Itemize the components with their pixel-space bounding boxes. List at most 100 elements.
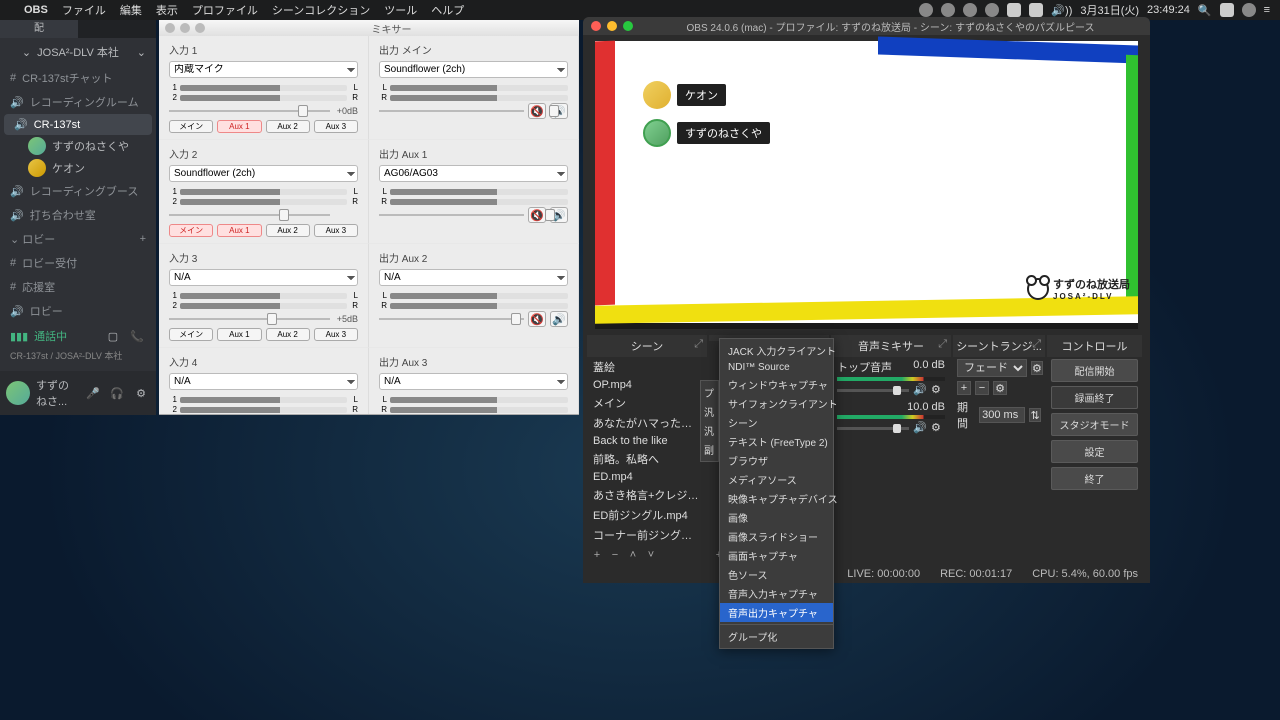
menu-item[interactable]: 画像 xyxy=(720,508,833,527)
plus-icon[interactable]: + xyxy=(957,381,971,395)
menu-profile[interactable]: プロファイル xyxy=(192,2,258,18)
status-icon[interactable] xyxy=(963,3,977,17)
menu-view[interactable]: 表示 xyxy=(156,2,178,18)
siri-icon[interactable] xyxy=(1242,3,1256,17)
device-select[interactable]: N/A xyxy=(169,269,358,286)
gear-icon[interactable]: ⚙ xyxy=(931,421,945,435)
route-button[interactable]: Aux 3 xyxy=(314,224,358,237)
scene-item[interactable]: OP.mp4 xyxy=(587,377,707,393)
route-button[interactable]: Aux 3 xyxy=(314,328,358,341)
volume-icon[interactable]: 🔊)) xyxy=(1051,4,1072,17)
discord-server-header[interactable]: ⌄ JOSA²-DLV 本社 ⌄ xyxy=(0,38,156,66)
exit-button[interactable]: 終了 xyxy=(1051,467,1138,490)
noise-suppress-icon[interactable]: ▢ xyxy=(104,327,122,345)
speaker-icon[interactable]: 🔊 xyxy=(913,421,927,435)
device-select[interactable]: N/A xyxy=(169,373,358,390)
scene-item[interactable]: コーナー前ジングル.mp4 xyxy=(587,525,707,545)
minus-icon[interactable]: − xyxy=(975,381,989,395)
scene-item[interactable]: あなたがハマったのはどこ xyxy=(587,413,707,433)
mixer-titlebar[interactable]: ミキサー xyxy=(159,20,579,36)
menu-item[interactable]: ウィンドウキャプチャ xyxy=(720,375,833,394)
scene-item[interactable]: Back to the like xyxy=(587,433,707,449)
plus-icon[interactable]: + xyxy=(589,547,605,563)
menu-item[interactable]: 色ソース xyxy=(720,565,833,584)
speaker-icon[interactable]: 🔊 xyxy=(550,311,568,327)
route-button[interactable]: Aux 1 xyxy=(217,120,261,133)
menu-item[interactable]: NDI™ Source xyxy=(720,360,833,375)
scene-item[interactable]: メイン xyxy=(587,393,707,413)
control-center-icon[interactable] xyxy=(1220,3,1234,17)
chevron-down-icon[interactable]: ˅ xyxy=(643,547,659,563)
menu-scene-collection[interactable]: シーンコレクション xyxy=(272,2,370,18)
gear-icon[interactable]: ⚙ xyxy=(931,383,945,397)
obs-titlebar[interactable]: OBS 24.0.6 (mac) - プロファイル: すずのね放送局 - シーン… xyxy=(583,17,1150,35)
menu-item[interactable]: メディアソース xyxy=(720,470,833,489)
channel-text[interactable]: #ロビー受付 xyxy=(0,251,156,275)
scene-item[interactable]: 蓋絵 xyxy=(587,357,707,377)
route-button[interactable]: Aux 1 xyxy=(217,224,261,237)
gain-slider[interactable] xyxy=(511,313,521,325)
channel-voice-selected[interactable]: 🔊CR-137st xyxy=(4,114,152,135)
expand-icon[interactable]: ⤢ xyxy=(1032,338,1041,351)
obs-preview[interactable]: ケオン すずのねさくや すずのね放送局 JOSA²-DLV xyxy=(595,41,1138,329)
channel-voice[interactable]: 🔊ロビー xyxy=(0,299,156,323)
menu-item[interactable]: 音声入力キャプチャ xyxy=(720,584,833,603)
status-icon[interactable] xyxy=(941,3,955,17)
scene-item[interactable]: 前略。私略へ xyxy=(587,449,707,469)
device-select[interactable]: Soundflower (2ch) xyxy=(169,165,358,182)
close-icon[interactable] xyxy=(165,23,175,33)
menu-item[interactable]: JACK 入力クライアント xyxy=(720,341,833,360)
gain-slider[interactable] xyxy=(298,105,308,117)
status-icon[interactable] xyxy=(919,3,933,17)
route-button[interactable]: Aux 2 xyxy=(266,224,310,237)
zoom-icon[interactable] xyxy=(623,21,633,31)
add-source-menu[interactable]: JACK 入力クライアントNDI™ Sourceウィンドウキャプチャサイフォンク… xyxy=(719,338,834,649)
headphones-icon[interactable]: 🎧 xyxy=(108,384,126,402)
menu-edit[interactable]: 編集 xyxy=(120,2,142,18)
channel-category[interactable]: ⌄ ロビー+ xyxy=(0,227,156,251)
stop-record-button[interactable]: 録画終了 xyxy=(1051,386,1138,409)
expand-icon[interactable]: ⤢ xyxy=(938,338,947,351)
menubar-date[interactable]: 3月31日(火) xyxy=(1080,2,1139,18)
menu-file[interactable]: ファイル xyxy=(62,2,106,18)
gear-icon[interactable]: ⚙ xyxy=(132,384,150,402)
scene-item[interactable]: ED前ジングル.mp4 xyxy=(587,505,707,525)
start-stream-button[interactable]: 配信開始 xyxy=(1051,359,1138,382)
voice-user[interactable]: すずのねさくや xyxy=(0,135,156,157)
menu-item[interactable]: 画面キャプチャ xyxy=(720,546,833,565)
menu-item[interactable]: サイフォンクライアント xyxy=(720,394,833,413)
device-select[interactable]: Soundflower (2ch) xyxy=(379,61,568,78)
search-icon[interactable]: 🔍 xyxy=(1198,4,1212,17)
status-icon[interactable] xyxy=(1007,3,1021,17)
status-icon[interactable] xyxy=(985,3,999,17)
settings-button[interactable]: 設定 xyxy=(1051,440,1138,463)
mute-icon[interactable]: 🔇 xyxy=(528,103,546,119)
studio-mode-button[interactable]: スタジオモード xyxy=(1051,413,1138,436)
scene-item[interactable]: あさき格言+クレジット xyxy=(587,485,707,505)
app-name[interactable]: OBS xyxy=(24,4,48,16)
menu-item[interactable]: 音声出力キャプチャ xyxy=(720,603,833,622)
menu-item[interactable]: テキスト (FreeType 2) xyxy=(720,432,833,451)
volume-slider[interactable] xyxy=(837,427,909,430)
minimize-icon[interactable] xyxy=(607,21,617,31)
expand-icon[interactable]: ⤢ xyxy=(694,338,703,351)
menubar-time[interactable]: 23:49:24 xyxy=(1147,4,1190,16)
menu-item[interactable]: 映像キャプチャデバイス xyxy=(720,489,833,508)
menu-help[interactable]: ヘルプ xyxy=(431,2,464,18)
route-button[interactable]: メイン xyxy=(169,224,213,237)
gain-slider[interactable] xyxy=(545,209,555,221)
speaker-icon[interactable]: 🔊 xyxy=(913,383,927,397)
scene-item[interactable]: ED.mp4 xyxy=(587,469,707,485)
transition-select[interactable]: フェード xyxy=(957,359,1027,377)
route-button[interactable]: Aux 1 xyxy=(217,328,261,341)
menu-tools[interactable]: ツール xyxy=(384,2,417,18)
mute-icon[interactable]: 🔇 xyxy=(528,311,546,327)
minus-icon[interactable]: − xyxy=(607,547,623,563)
mic-icon[interactable]: 🎤 xyxy=(84,384,102,402)
context-menu-parent[interactable]: プ 汎 汎 副 xyxy=(700,380,719,462)
chevron-up-icon[interactable]: ˄ xyxy=(625,547,641,563)
minimize-icon[interactable] xyxy=(180,23,190,33)
discord-tab[interactable] xyxy=(78,20,156,38)
menu-item[interactable]: 画像スライドショー xyxy=(720,527,833,546)
device-select[interactable]: AG06/AG03 xyxy=(379,165,568,182)
